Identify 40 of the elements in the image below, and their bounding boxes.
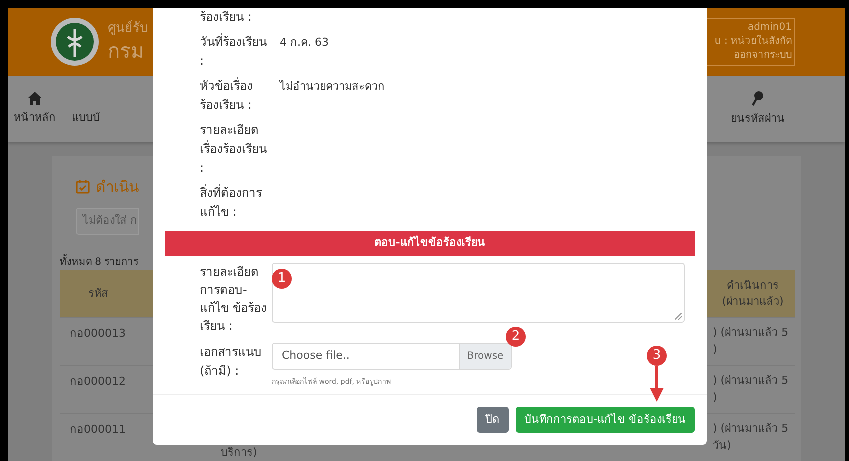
table-cell-text: วัน) [713, 438, 732, 454]
calendar-icon [76, 180, 90, 194]
table-cell-text: ) [713, 342, 718, 358]
arrow-icon [650, 366, 664, 402]
column-header: รหัส [88, 286, 110, 302]
reply-text-area[interactable]: 1 [272, 263, 685, 323]
page-title: ดำเนิน [96, 176, 139, 198]
field-value: 4 ก.ค. 63 [280, 35, 329, 51]
user-role: u : หน่วยในสังกัด [714, 35, 792, 50]
save-button[interactable]: บันทึกการตอบ-แก้ไข ข้อร้องเรียน [516, 407, 695, 433]
logout-link[interactable]: ออกจากระบบ [734, 49, 792, 64]
nav-item[interactable]: แบบบั [72, 91, 100, 127]
table-cell-text: ) (ผ่านมาแล้ว 5 [713, 421, 789, 437]
table-cell-text: บริการ) [221, 444, 258, 460]
user-name: admin01 [748, 21, 792, 35]
field-label: เอกสารแนบ (ถ้ามี) : [200, 344, 263, 380]
field-value: ไม่อำนวยความสะดวก [280, 79, 385, 95]
key-icon [751, 90, 765, 107]
field-label: รายละเอียด เรื่องร้องเรียน : [200, 122, 268, 177]
close-button[interactable]: ปิด [476, 407, 509, 433]
table-cell-text: ) [713, 390, 718, 406]
field-label: วันที่ร้องเรียน : [200, 33, 268, 70]
table-cell: กอ000011 [70, 423, 126, 436]
resize-grip-icon[interactable] [675, 313, 682, 320]
field-label: ร้องเรียน : [200, 9, 253, 26]
table-cell: กอ000013 [70, 327, 126, 340]
field-label: หัวข้อเรื่อง ร้องเรียน : [200, 77, 254, 114]
table-cell-text: ) (ผ่านมาแล้ว 5 [713, 325, 789, 341]
home-icon [27, 91, 43, 106]
field-label: สิ่งที่ต้องการ แก้ไข : [200, 184, 263, 221]
nav-item[interactable]: หน้าหลัก [14, 91, 56, 127]
section-banner: ตอบ-แก้ไขข้อร้องเรียน [165, 231, 695, 256]
table-cell: กอ000012 [70, 375, 126, 388]
step-marker: 1 [272, 269, 292, 289]
org-name: ศูนย์รับ [108, 20, 148, 38]
org-name: กรม [108, 38, 145, 64]
logo-icon [50, 17, 100, 68]
column-header: ดำเนินการ (ผ่านมาแล้ว) [721, 278, 785, 310]
table-cell-text: ) (ผ่านมาแล้ว 5 [713, 373, 789, 389]
nav-item[interactable]: ยนรหัสผ่าน [731, 90, 785, 128]
